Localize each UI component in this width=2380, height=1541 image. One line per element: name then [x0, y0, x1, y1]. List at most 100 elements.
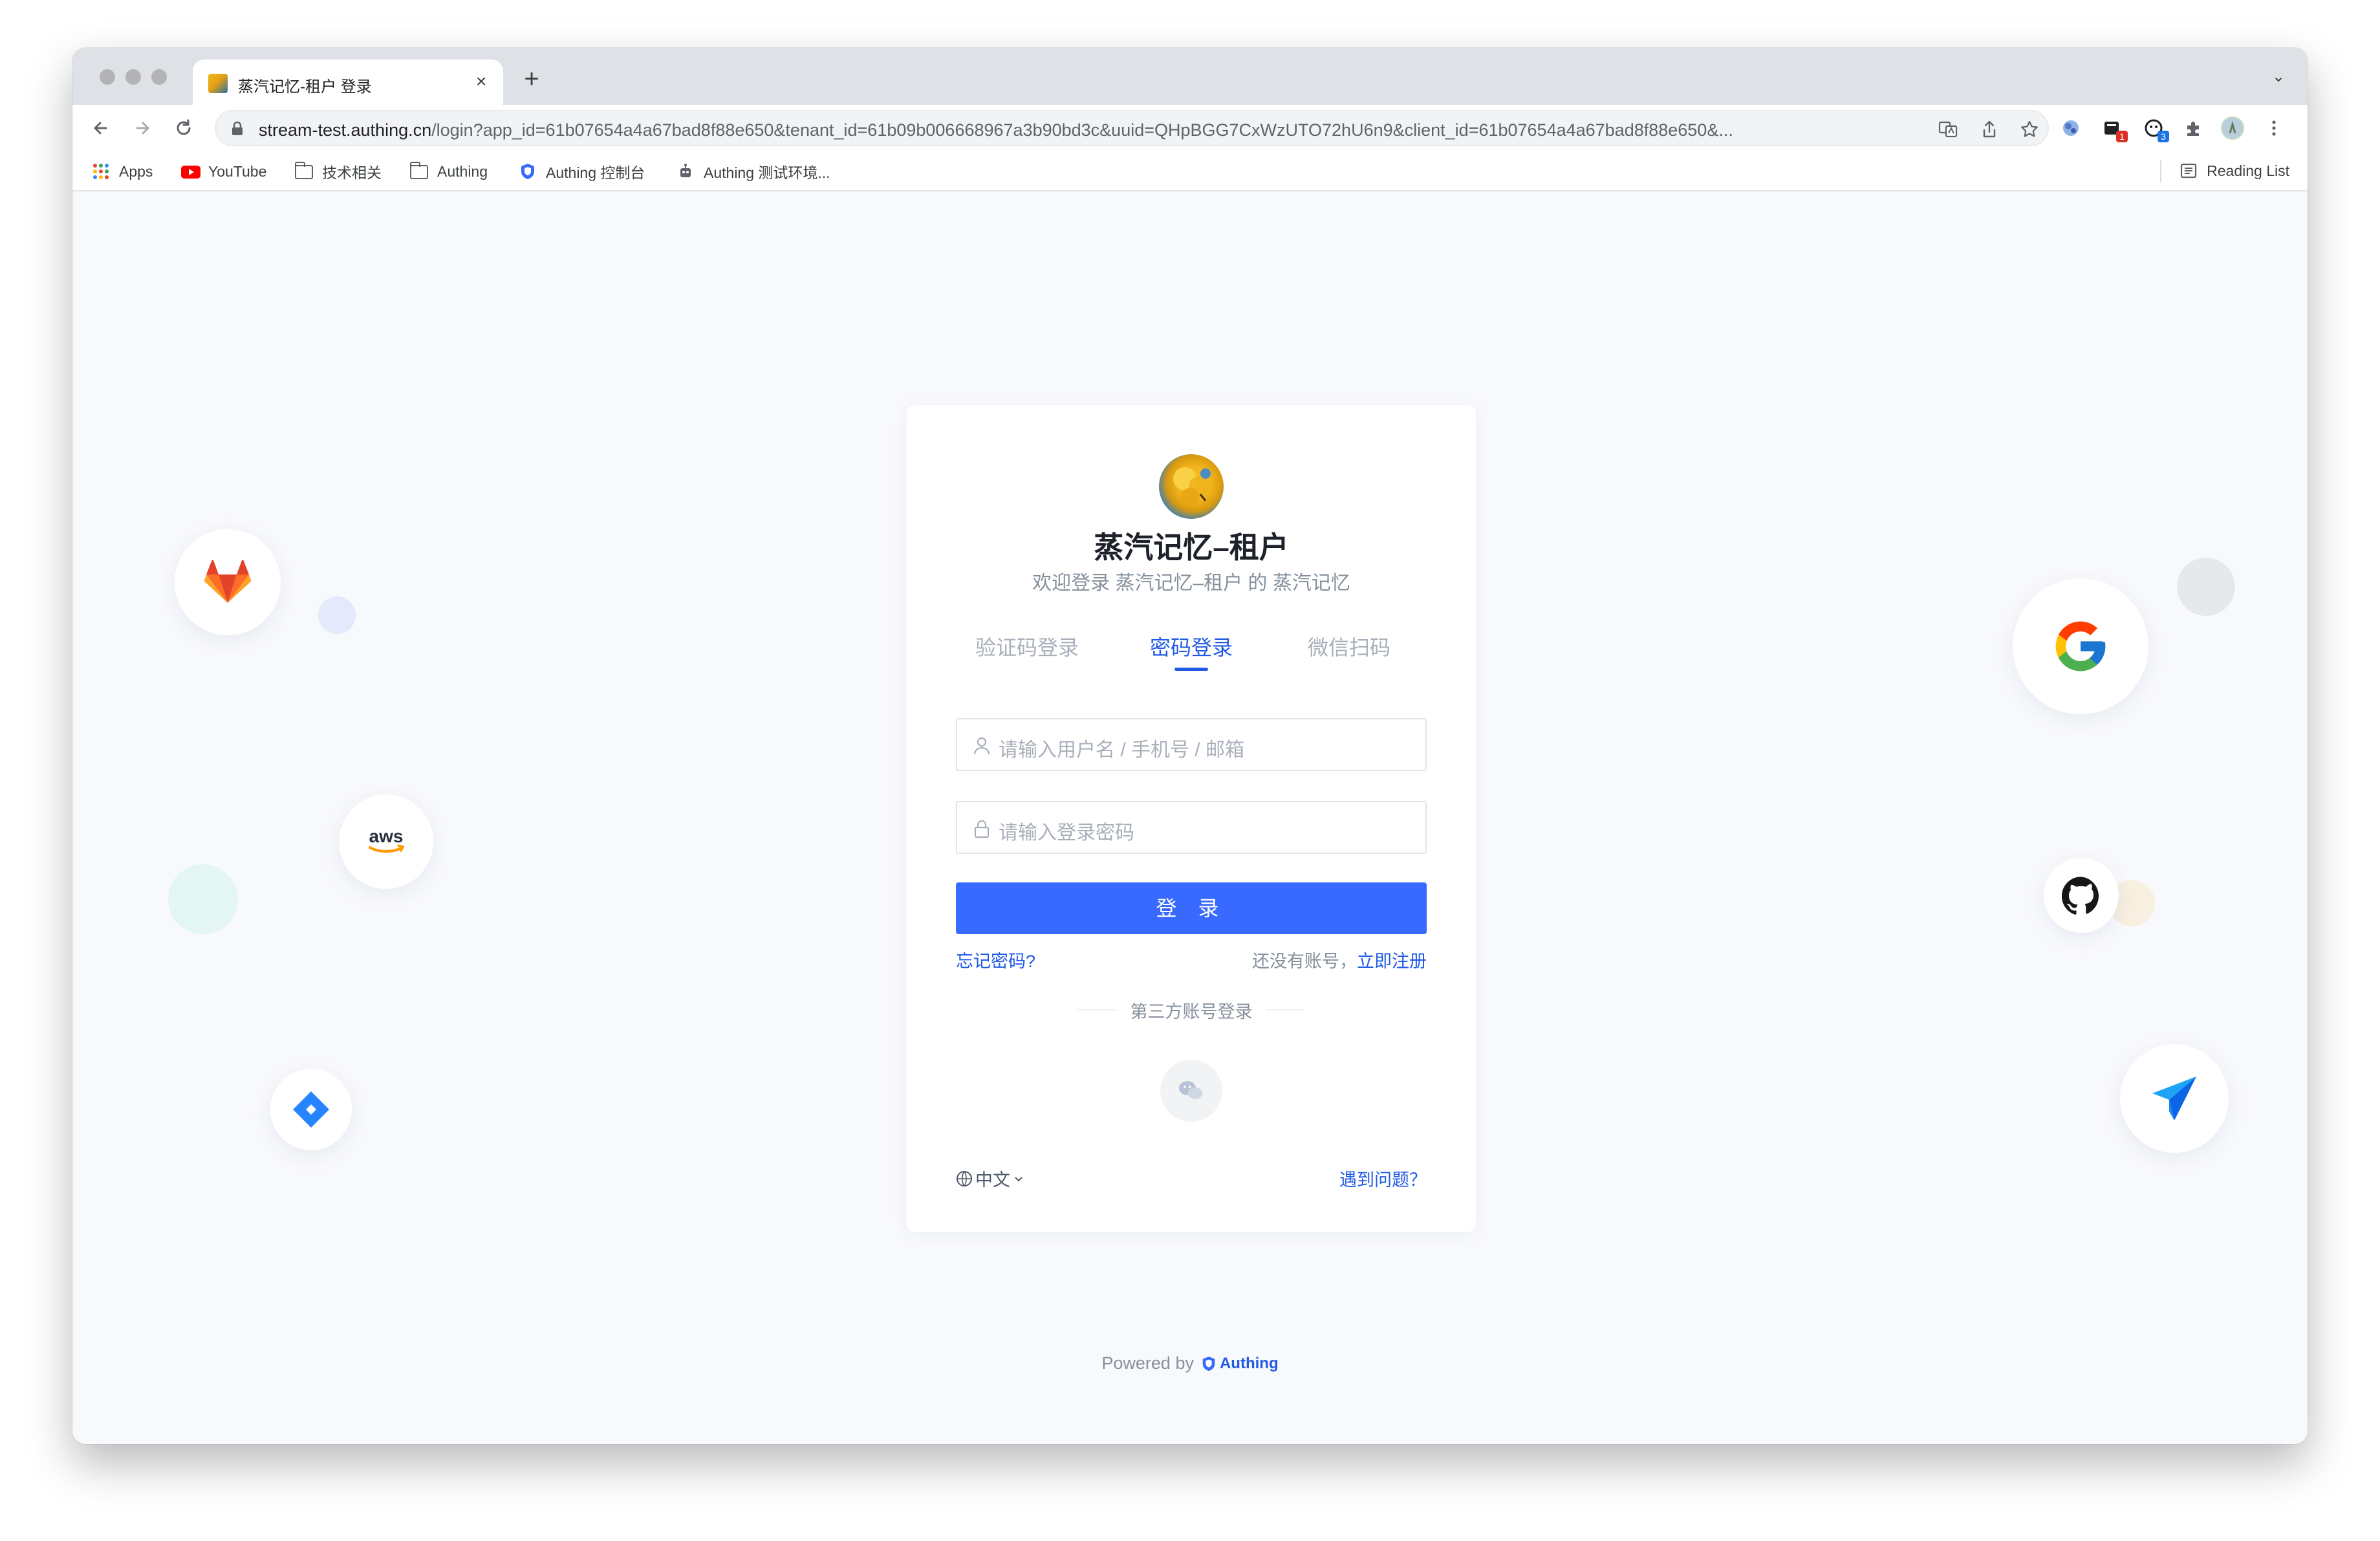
no-account-text: 还没有账号，	[1252, 952, 1357, 971]
browser-toolbar: stream-test.authing.cn/login?app_id=61b0…	[72, 105, 2308, 151]
folder-icon	[410, 162, 428, 180]
bookmark-folder-tech[interactable]: 技术相关	[295, 162, 382, 181]
github-icon	[2044, 858, 2119, 933]
zoom-window-button[interactable]	[151, 69, 167, 85]
google-icon	[2013, 578, 2148, 714]
bookmark-authing-test[interactable]: Authing 测试环境...	[676, 162, 830, 181]
tab-verification-code[interactable]: 验证码登录	[975, 631, 1079, 661]
wechat-login-button[interactable]	[1160, 1060, 1222, 1122]
extension-badge-blue: 3	[2158, 131, 2169, 142]
folder-icon	[295, 162, 313, 180]
tab-strip: 蒸汽记忆-租户 登录 × + ⌄	[72, 48, 2308, 105]
language-switcher[interactable]: 中文	[956, 1166, 1024, 1191]
extension-globe-icon[interactable]	[2059, 116, 2082, 140]
login-page: aws 蒸汽记忆–租户 欢迎登录 蒸汽记忆–租户 的 蒸汽记忆 验证码登录 密码…	[72, 193, 2308, 1444]
authing-shield-icon	[1202, 1356, 1215, 1371]
bookmark-label: YouTube	[208, 162, 267, 180]
decor-dot-mint	[168, 864, 238, 934]
reading-list-label: Reading List	[2207, 162, 2289, 179]
aws-icon: aws	[339, 794, 433, 889]
new-tab-button[interactable]: +	[519, 66, 545, 92]
extension-badge-red: 1	[2116, 131, 2128, 142]
bookmark-star-icon[interactable]	[2019, 119, 2040, 140]
bookmark-folder-authing[interactable]: Authing	[410, 162, 488, 181]
tab-search-button[interactable]: ⌄	[2269, 67, 2288, 87]
login-card: 蒸汽记忆–租户 欢迎登录 蒸汽记忆–租户 的 蒸汽记忆 验证码登录 密码登录 微…	[907, 405, 1476, 1232]
authing-shield-icon	[519, 162, 537, 180]
decor-dot-blue	[318, 596, 356, 634]
reload-button[interactable]	[169, 114, 198, 142]
username-input[interactable]: 请输入用户名 / 手机号 / 邮箱	[956, 718, 1427, 771]
active-tab-indicator	[1174, 668, 1208, 671]
bookmark-label: 技术相关	[322, 164, 382, 181]
password-input[interactable]: 请输入登录密码	[956, 801, 1427, 854]
tab-password[interactable]: 密码登录	[1150, 631, 1233, 661]
bookmark-label: Authing	[437, 162, 488, 180]
bookmarks-divider	[2160, 160, 2161, 182]
browser-window: 蒸汽记忆-租户 登录 × + ⌄ stream-test.authing.cn/…	[72, 48, 2308, 1444]
extension-cat-icon[interactable]: 3	[2142, 116, 2169, 142]
browser-menu-icon[interactable]	[2262, 116, 2286, 140]
powered-by: Powered by Authing	[72, 1353, 2308, 1373]
bookmark-label: Apps	[119, 162, 153, 180]
gitlab-icon	[175, 529, 281, 635]
login-method-tabs: 验证码登录 密码登录 微信扫码	[907, 631, 1476, 671]
bookmark-youtube[interactable]: YouTube	[181, 162, 266, 181]
url-text: stream-test.authing.cn/login?app_id=61b0…	[259, 120, 1824, 140]
apps-grid-icon	[92, 162, 110, 180]
share-icon[interactable]	[1979, 119, 2000, 140]
third-party-label: 第三方账号登录	[1130, 1002, 1253, 1022]
password-placeholder: 请输入登录密码	[999, 822, 1134, 844]
back-button[interactable]	[87, 114, 115, 142]
lock-icon	[974, 820, 990, 838]
forward-button[interactable]	[128, 114, 157, 142]
authing-brand-label: Authing	[1219, 1354, 1279, 1372]
bookmark-apps[interactable]: Apps	[92, 162, 153, 181]
username-placeholder: 请输入用户名 / 手机号 / 邮箱	[999, 739, 1245, 761]
globe-icon	[957, 1170, 972, 1186]
login-button[interactable]: 登 录	[956, 882, 1427, 934]
register-prompt: 还没有账号，立即注册	[1252, 947, 1427, 972]
extension-notes-icon[interactable]: 1	[2101, 116, 2128, 142]
tab-title: 蒸汽记忆-租户 登录	[238, 78, 372, 96]
user-icon	[973, 737, 990, 755]
welcome-text: 欢迎登录 蒸汽记忆–租户 的 蒸汽记忆	[1032, 573, 1350, 594]
youtube-icon	[181, 162, 200, 180]
bookmark-authing-console[interactable]: Authing 控制台	[519, 162, 645, 181]
lock-icon	[232, 122, 243, 135]
browser-tab-active[interactable]: 蒸汽记忆-租户 登录 ×	[193, 60, 503, 105]
svg-text:aws: aws	[369, 826, 404, 846]
decor-dot-grey	[2177, 558, 2235, 616]
app-logo-avatar	[1159, 454, 1224, 519]
authing-brand-link[interactable]: Authing	[1200, 1355, 1279, 1373]
extensions-puzzle-icon[interactable]	[2182, 116, 2205, 140]
translate-icon[interactable]	[1938, 119, 1958, 140]
address-bar[interactable]: stream-test.authing.cn/login?app_id=61b0…	[215, 110, 2049, 146]
bookmark-label: Authing 测试环境...	[704, 164, 830, 181]
url-path: /login?app_id=61b07654a4a67bad8f88e650&t…	[431, 120, 1733, 140]
arrow-left-icon	[94, 122, 107, 135]
paper-plane-icon	[2120, 1044, 2229, 1153]
reading-list-icon	[2181, 163, 2197, 179]
close-window-button[interactable]	[100, 69, 115, 85]
url-host: stream-test.authing.cn	[259, 120, 432, 140]
wechat-icon	[1179, 1081, 1202, 1099]
arrow-right-icon	[136, 122, 149, 135]
bookmarks-bar: Apps YouTube 技术相关 Authing Authing 控制台 Au…	[72, 151, 2308, 191]
powered-by-text: Powered by	[1101, 1353, 1194, 1373]
app-name: 蒸汽记忆–租户	[1094, 530, 1289, 564]
tab-close-button[interactable]: ×	[470, 70, 493, 93]
help-link[interactable]: 遇到问题？	[1339, 1166, 1427, 1191]
reading-list-button[interactable]: Reading List	[2180, 162, 2289, 180]
robot-icon	[676, 162, 695, 180]
reload-icon	[177, 119, 191, 135]
jira-icon	[270, 1069, 352, 1150]
bookmark-label: Authing 控制台	[546, 164, 645, 181]
minimize-window-button[interactable]	[125, 69, 141, 85]
forgot-password-link[interactable]: 忘记密码?	[956, 947, 1035, 972]
tab-favicon-icon	[208, 74, 228, 93]
language-label: 中文	[975, 1170, 1010, 1190]
register-link[interactable]: 立即注册	[1357, 952, 1427, 971]
tab-wechat-scan[interactable]: 微信扫码	[1308, 631, 1390, 661]
profile-avatar-icon[interactable]	[2221, 116, 2244, 140]
